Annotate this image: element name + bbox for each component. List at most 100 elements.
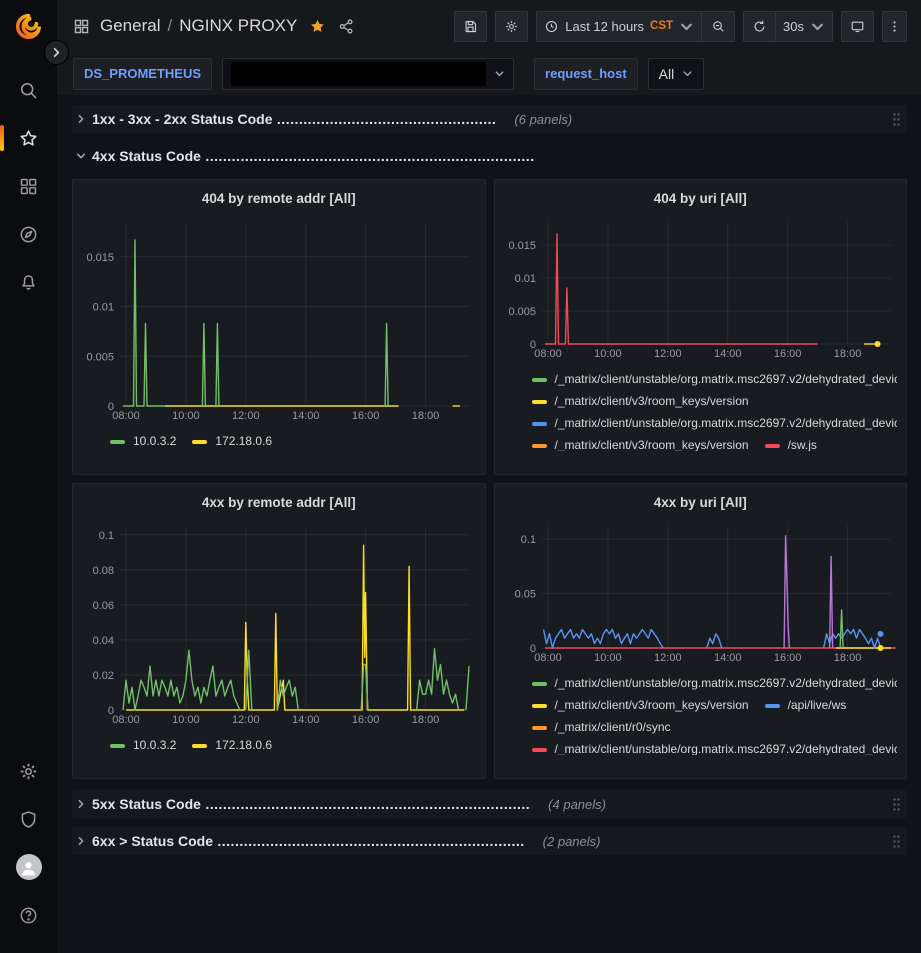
grafana-app: General / NGINX PROXY bbox=[0, 0, 921, 953]
legend-item[interactable]: 10.0.3.2 bbox=[110, 433, 176, 450]
svg-text:0: 0 bbox=[529, 643, 535, 655]
datasource-variable-label: DS_PROMETHEUS bbox=[73, 58, 212, 90]
favorite-star-icon[interactable] bbox=[309, 18, 326, 35]
legend-series-label: /_matrix/client/unstable/org.matrix.msc2… bbox=[555, 675, 898, 692]
chevron-right-icon bbox=[76, 799, 86, 809]
panel-title[interactable]: 4xx by uri [All] bbox=[504, 489, 898, 516]
legend-series-swatch bbox=[192, 440, 207, 444]
panel-grid: 404 by remote addr [All] 08:0010:0012:00… bbox=[72, 179, 907, 779]
svg-text:0.08: 0.08 bbox=[93, 565, 114, 577]
legend-series-label: /_matrix/client/v3/room_keys/version bbox=[555, 697, 749, 714]
svg-text:0.04: 0.04 bbox=[93, 635, 114, 647]
refresh-interval-select[interactable]: 30s bbox=[776, 11, 833, 42]
panel-title[interactable]: 4xx by remote addr [All] bbox=[82, 489, 476, 516]
svg-text:16:00: 16:00 bbox=[352, 410, 380, 422]
svg-text:14:00: 14:00 bbox=[292, 714, 320, 726]
dashboards-icon[interactable] bbox=[9, 166, 49, 206]
svg-text:16:00: 16:00 bbox=[352, 714, 380, 726]
legend-series-label: 10.0.3.2 bbox=[133, 737, 176, 754]
legend-item[interactable]: /_matrix/client/unstable/org.matrix.msc2… bbox=[532, 741, 898, 755]
sidebar-expand-button[interactable] bbox=[44, 40, 69, 65]
timezone-label: CST bbox=[650, 20, 673, 32]
dashboard-settings-button[interactable] bbox=[495, 11, 528, 42]
row-title: 1xx - 3xx - 2xx Status Code ............… bbox=[92, 111, 496, 127]
breadcrumb: General / NGINX PROXY bbox=[100, 16, 297, 36]
svg-text:10:00: 10:00 bbox=[172, 410, 200, 422]
row-header-5xx[interactable]: 5xx Status Code ........................… bbox=[72, 790, 907, 818]
panel-4xx-by-uri: 4xx by uri [All] 08:0010:0012:0014:0016:… bbox=[494, 483, 908, 779]
svg-text:12:00: 12:00 bbox=[232, 714, 260, 726]
svg-text:10:00: 10:00 bbox=[172, 714, 200, 726]
legend-item[interactable]: /_matrix/client/v3/room_keys/version bbox=[532, 697, 749, 714]
chart-area: 08:0010:0012:0014:0016:0018:0000.050.1 bbox=[504, 516, 898, 671]
svg-text:0.06: 0.06 bbox=[93, 600, 114, 612]
chart-area: 08:0010:0012:0014:0016:0018:0000.0050.01… bbox=[504, 212, 898, 367]
search-icon[interactable] bbox=[9, 70, 49, 110]
legend-item[interactable]: 10.0.3.2 bbox=[110, 737, 176, 754]
favorites-star-icon[interactable] bbox=[9, 118, 49, 158]
main-area: General / NGINX PROXY bbox=[57, 0, 921, 953]
panel-4xx-by-remote-addr: 4xx by remote addr [All] 08:00 10:00 12:00… bbox=[72, 483, 486, 779]
user-avatar[interactable] bbox=[9, 847, 49, 887]
row-panel-count: (4 panels) bbox=[548, 797, 606, 812]
top-navigation: General / NGINX PROXY bbox=[57, 0, 921, 52]
legend-item[interactable]: /_matrix/client/unstable/org.matrix.msc2… bbox=[532, 415, 898, 432]
refresh-button[interactable] bbox=[743, 11, 776, 42]
legend-item[interactable]: /_matrix/client/unstable/org.matrix.msc2… bbox=[532, 371, 898, 388]
time-series-chart[interactable]: 08:0010:0012:0014:0016:0018:0000.020.040… bbox=[82, 516, 477, 728]
alerting-bell-icon[interactable] bbox=[9, 262, 49, 302]
row-header-6xx[interactable]: 6xx > Status Code ......................… bbox=[72, 827, 907, 855]
legend-item[interactable]: /_matrix/client/v3/room_keys/version bbox=[532, 437, 749, 451]
explore-compass-icon[interactable] bbox=[9, 214, 49, 254]
legend-series-swatch bbox=[532, 444, 547, 448]
more-options-kebab-button[interactable] bbox=[882, 11, 907, 42]
time-series-chart[interactable]: 08:0010:0012:0014:0016:0018:0000.0050.01… bbox=[504, 212, 899, 362]
legend-item[interactable]: /_matrix/client/unstable/org.matrix.msc2… bbox=[532, 675, 898, 692]
drag-handle-icon[interactable] bbox=[890, 795, 903, 814]
tv-mode-button[interactable] bbox=[841, 11, 874, 42]
legend-item[interactable]: /sw.js bbox=[765, 437, 817, 451]
breadcrumb-section[interactable]: General bbox=[100, 16, 160, 36]
share-icon[interactable] bbox=[338, 18, 355, 35]
panel-title[interactable]: 404 by uri [All] bbox=[504, 185, 898, 212]
row-header-4xx[interactable]: 4xx Status Code ........................… bbox=[72, 142, 907, 170]
time-series-chart[interactable]: 08:0010:0012:0014:0016:0018:0000.0050.01… bbox=[82, 212, 477, 424]
drag-handle-icon[interactable] bbox=[890, 110, 903, 129]
svg-text:0: 0 bbox=[529, 339, 535, 351]
svg-text:0.005: 0.005 bbox=[508, 306, 536, 318]
row-header-1xx-3xx-2xx[interactable]: 1xx - 3xx - 2xx Status Code ............… bbox=[72, 105, 907, 133]
svg-text:08:00: 08:00 bbox=[112, 714, 140, 726]
panel-legend: 10.0.3.2 172.18.0.6 bbox=[82, 733, 476, 754]
time-range-picker[interactable]: Last 12 hours CST bbox=[536, 11, 702, 42]
help-icon[interactable] bbox=[9, 895, 49, 935]
datasource-variable-select[interactable] bbox=[222, 58, 514, 90]
chevron-down-icon bbox=[810, 19, 825, 34]
panel-title[interactable]: 404 by remote addr [All] bbox=[82, 185, 476, 212]
row-title: 5xx Status Code ........................… bbox=[92, 796, 530, 812]
legend-item[interactable]: /api/live/ws bbox=[765, 697, 847, 714]
row-panel-count: (2 panels) bbox=[543, 834, 601, 849]
configuration-gear-icon[interactable] bbox=[9, 751, 49, 791]
sidebar bbox=[0, 0, 57, 953]
legend-item[interactable]: 172.18.0.6 bbox=[192, 737, 272, 754]
grafana-logo-icon[interactable] bbox=[14, 12, 44, 42]
legend-item[interactable]: /_matrix/client/r0/sync bbox=[532, 719, 671, 736]
request-host-variable-select[interactable]: All bbox=[648, 58, 705, 90]
save-dashboard-button[interactable] bbox=[454, 11, 487, 42]
redacted-value bbox=[231, 62, 486, 86]
time-series-chart[interactable]: 08:0010:0012:0014:0016:0018:0000.050.1 bbox=[504, 516, 899, 666]
breadcrumb-dashboard-title[interactable]: NGINX PROXY bbox=[179, 16, 297, 36]
legend-series-swatch bbox=[110, 440, 125, 444]
server-admin-shield-icon[interactable] bbox=[9, 799, 49, 839]
legend-item[interactable]: /_matrix/client/v3/room_keys/version bbox=[532, 393, 749, 410]
svg-text:0.02: 0.02 bbox=[93, 670, 114, 682]
variables-submenu: DS_PROMETHEUS request_host All bbox=[57, 52, 921, 95]
legend-series-label: /_matrix/client/v3/room_keys/version bbox=[555, 437, 749, 451]
chevron-down-icon bbox=[494, 68, 505, 79]
zoom-out-time-button[interactable] bbox=[702, 11, 735, 42]
legend-series-label: /_matrix/client/unstable/org.matrix.msc2… bbox=[555, 741, 898, 755]
svg-text:12:00: 12:00 bbox=[654, 652, 682, 664]
legend-item[interactable]: 172.18.0.6 bbox=[192, 433, 272, 450]
drag-handle-icon[interactable] bbox=[890, 832, 903, 851]
svg-text:14:00: 14:00 bbox=[713, 652, 741, 664]
